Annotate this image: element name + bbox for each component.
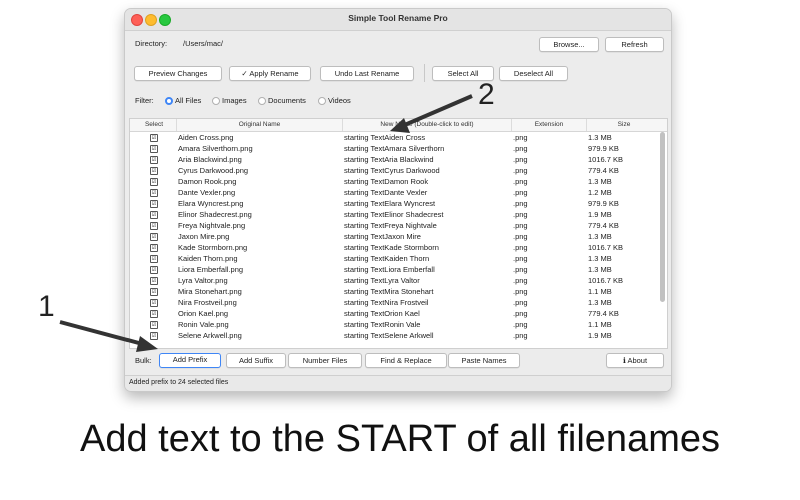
arrow-1-line <box>59 320 151 348</box>
arrow-1-head <box>136 336 158 352</box>
annotation-number-one: 1 <box>38 290 55 323</box>
annotation-number-two: 2 <box>478 78 495 111</box>
arrow-2-head <box>390 118 410 133</box>
arrow-2-line <box>399 94 473 129</box>
caption-text: Add text to the START of all filenames <box>80 418 720 460</box>
